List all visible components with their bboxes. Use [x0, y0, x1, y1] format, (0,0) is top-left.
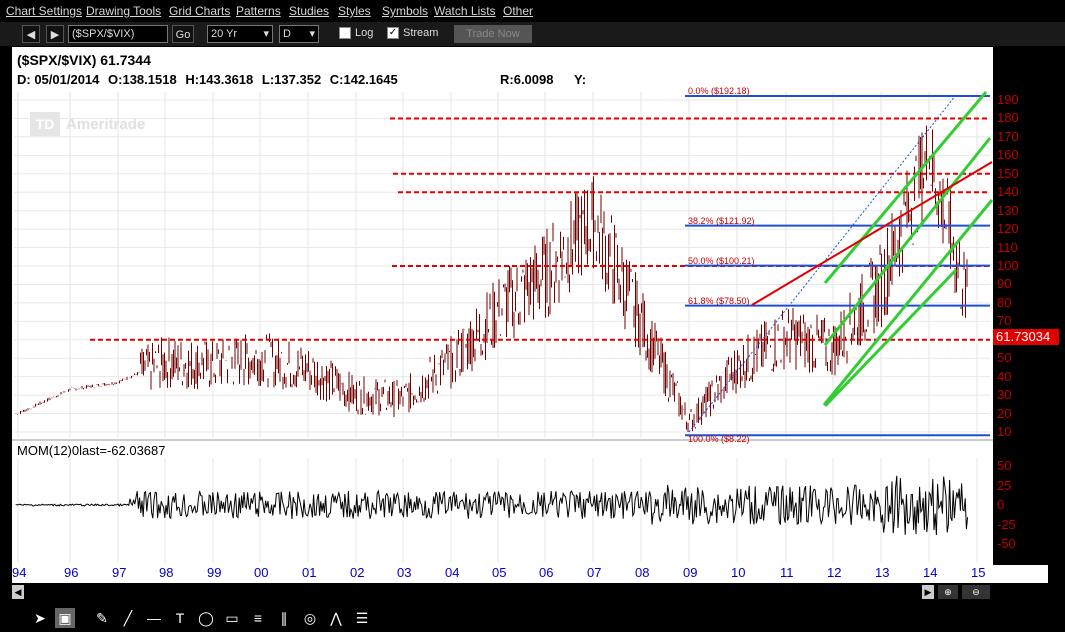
- x-tick-label: 04: [445, 565, 460, 580]
- x-tick-label: 15: [971, 565, 986, 580]
- fan-icon[interactable]: ⋀: [326, 608, 346, 628]
- spiral-icon[interactable]: ◎: [300, 608, 320, 628]
- x-tick-label: 98: [159, 565, 174, 580]
- momentum-name: MOM(12): [17, 443, 72, 458]
- y-tick-label: 120: [997, 221, 1019, 237]
- rectangle-icon[interactable]: ▭: [222, 608, 242, 628]
- fib-label: 0.0% ($192.18): [688, 85, 750, 96]
- horizontal-line-icon[interactable]: —: [144, 608, 164, 628]
- y-tick-label: 90: [997, 276, 1012, 292]
- momentum-tick-label: 50: [997, 458, 1012, 473]
- x-tick-label: 01: [302, 565, 317, 580]
- y-tick-label: 180: [997, 110, 1019, 126]
- high-readout: H:143.3618: [185, 72, 254, 87]
- scroll-left-icon[interactable]: ◀: [12, 585, 24, 599]
- y-readout: Y:: [574, 72, 587, 87]
- momentum-label: MOM(12)0last=-62.03687: [17, 443, 166, 458]
- x-tick-label: 11: [780, 565, 794, 580]
- ohlc-readout: D: 05/01/2014 O:138.1518 H:143.3618 L:13…: [17, 72, 403, 87]
- x-tick-label: 00: [254, 565, 269, 580]
- close-readout: C:142.1645: [329, 72, 398, 87]
- x-tick-label: 05: [492, 565, 507, 580]
- y-tick-label: 80: [997, 294, 1012, 310]
- x-axis-right: [993, 565, 1048, 583]
- trendline-icon[interactable]: ╱: [118, 608, 138, 628]
- crosshair-icon[interactable]: ▣: [55, 608, 75, 628]
- channel-line: [823, 91, 988, 284]
- x-tick-label: 12: [827, 565, 842, 580]
- ellipse-icon[interactable]: ◯: [196, 608, 216, 628]
- text-icon[interactable]: T: [170, 608, 190, 628]
- momentum-tick-label: 0: [997, 497, 1005, 512]
- x-tick-label: 02: [350, 565, 365, 580]
- x-tick-label: 08: [635, 565, 650, 580]
- last-price-badge: 61.73034: [993, 329, 1059, 345]
- y-tick-label: 30: [997, 387, 1012, 403]
- x-tick-label: 03: [397, 565, 412, 580]
- y-tick-label: 160: [997, 147, 1019, 163]
- y-tick-label: 140: [997, 184, 1019, 200]
- fib-label: 61.8% ($78.50): [688, 295, 750, 306]
- x-axis: 94 96 97 98 99 00 01 02 03 04 05 06 07 08 09 10 11 12 13 14…: [12, 565, 993, 583]
- r-readout: R:6.0098: [500, 72, 554, 87]
- x-tick-label: 09: [683, 565, 698, 580]
- fib-label: 100.0% ($8.22): [688, 434, 750, 445]
- y-tick-label: 190: [997, 92, 1019, 107]
- momentum-series: [15, 475, 969, 536]
- scroll-right-icon[interactable]: ▶: [922, 585, 934, 599]
- x-tick-label: 07: [587, 565, 602, 580]
- channel-line: [823, 268, 958, 408]
- chart-scrollbar[interactable]: [12, 585, 993, 600]
- price-series-outline: [15, 125, 968, 432]
- drawing-toolbar: ➤ ▣ ✎ ╱ — T ◯ ▭ ≡ ∥ ◎ ⋀ ☰: [0, 604, 1065, 632]
- fib-label: 38.2% ($121.92): [688, 215, 755, 226]
- symbol-header: ($SPX/$VIX) 61.7344: [17, 52, 151, 68]
- low-readout: L:137.352: [261, 72, 322, 87]
- y-tick-label: 10: [997, 424, 1012, 439]
- x-tick-label: 06: [539, 565, 554, 580]
- y-tick-label: 20: [997, 405, 1012, 421]
- momentum-tick-label: -25: [997, 516, 1016, 532]
- x-tick-label: 94: [12, 565, 27, 580]
- y-tick-label: 150: [997, 165, 1019, 181]
- y-tick-label: 130: [997, 202, 1019, 218]
- momentum-last: 0last=-62.03687: [71, 443, 166, 458]
- y-tick-label: 170: [997, 128, 1019, 144]
- momentum-tick-label: -50: [997, 536, 1016, 551]
- zoom-in-icon[interactable]: ⊕: [938, 585, 958, 599]
- y-tick-label: 40: [997, 368, 1012, 384]
- y-tick-label: 70: [997, 313, 1012, 329]
- x-tick-label: 97: [112, 565, 127, 580]
- momentum-tick-label: 25: [997, 477, 1012, 493]
- y-tick-label: 110: [997, 239, 1018, 255]
- regression-icon[interactable]: ☰: [352, 608, 372, 628]
- x-tick-label: 13: [875, 565, 890, 580]
- gann-icon[interactable]: ∥: [274, 608, 294, 628]
- x-tick-label: 96: [64, 565, 79, 580]
- x-tick-label: 99: [207, 565, 222, 580]
- pencil-icon[interactable]: ✎: [92, 608, 112, 628]
- y-tick-label: 50: [997, 350, 1012, 366]
- y-tick-label: 100: [997, 258, 1019, 273]
- zoom-out-icon[interactable]: ⊖: [962, 585, 990, 599]
- price-chart: [12, 91, 994, 562]
- fib-label: 50.0% ($100.21): [688, 255, 755, 266]
- x-tick-label: 10: [731, 565, 746, 580]
- date-readout: D: 05/01/2014: [17, 72, 100, 87]
- open-readout: O:138.1518: [108, 72, 177, 87]
- price-series: [15, 125, 968, 432]
- x-tick-label: 14: [923, 565, 938, 580]
- fibonacci-icon[interactable]: ≡: [248, 608, 268, 628]
- cursor-icon[interactable]: ➤: [30, 608, 50, 628]
